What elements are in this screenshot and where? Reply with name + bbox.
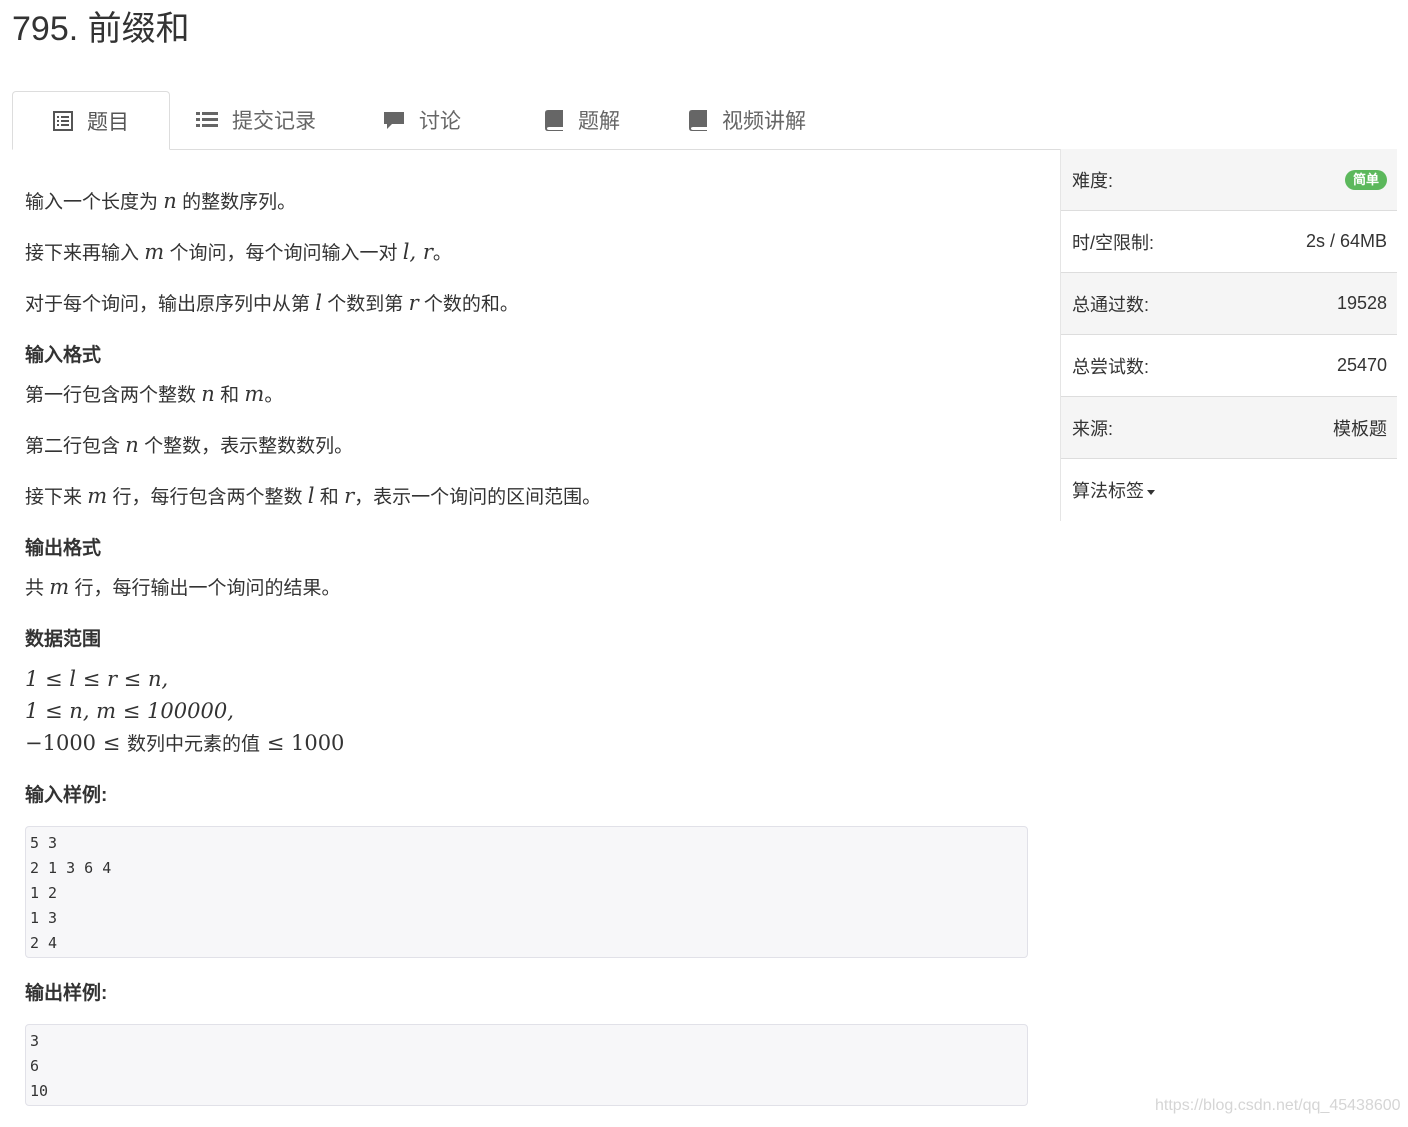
tab-label: 题解 — [578, 109, 620, 133]
list-alt-icon — [53, 110, 73, 131]
output-line-1: 共 m 行，每行输出一个询问的结果。 — [25, 575, 341, 599]
range-line-1: 1 ≤ l ≤ r ≤ n, — [25, 667, 169, 691]
input-line-1: 第一行包含两个整数 n 和 m。 — [25, 382, 284, 406]
code-line: 2 1 3 6 4 — [30, 859, 112, 877]
tab-submissions[interactable]: 提交记录 — [170, 91, 342, 148]
limit-label: 时/空限制: — [1072, 232, 1155, 253]
problem-info-sidebar: 难度: 简单 时/空限制: 2s / 64MB 总通过数: 19528 总尝试数… — [1060, 149, 1397, 521]
source-label: 来源: — [1072, 418, 1114, 439]
book-icon — [544, 109, 564, 131]
tags-row: 算法标签 — [1061, 459, 1397, 521]
tab-label: 视频讲解 — [722, 109, 806, 133]
output-format-heading: 输出格式 — [25, 538, 102, 559]
watermark: https://blog.csdn.net/qq_45438600 — [1155, 1097, 1401, 1114]
algorithm-tags-dropdown[interactable]: 算法标签 — [1072, 477, 1155, 503]
code-line: 1 3 — [30, 909, 58, 927]
desc-line-1: 输入一个长度为 n 的整数序列。 — [25, 189, 297, 213]
source-row: 来源: 模板题 — [1061, 397, 1397, 459]
passed-label: 总通过数: — [1072, 294, 1150, 315]
code-line: 10 — [30, 1082, 49, 1100]
list-icon — [196, 110, 218, 130]
input-format-heading: 输入格式 — [25, 345, 102, 366]
tab-label: 题目 — [87, 110, 129, 134]
data-range-heading: 数据范围 — [25, 629, 102, 650]
difficulty-badge: 简单 — [1344, 169, 1387, 190]
book-icon — [688, 109, 708, 131]
limit-row: 时/空限制: 2s / 64MB — [1061, 211, 1397, 273]
tab-bar: 题目 提交记录 讨论 题解 视频讲解 — [12, 91, 1396, 150]
input-line-3: 接下来 m 行，每行包含两个整数 l 和 r，表示一个询问的区间范围。 — [25, 484, 602, 508]
difficulty-label: 难度: — [1072, 170, 1114, 191]
desc-line-3: 对于每个询问，输出原序列中从第 l 个数到第 r 个数的和。 — [25, 291, 519, 315]
problem-page: 795. 前缀和 题目 提交记录 讨论 题解 视频讲解 输入一个长度为 n 的整… — [0, 0, 1408, 1127]
page-title: 795. 前缀和 — [12, 10, 190, 48]
source-value: 模板题 — [1333, 418, 1387, 439]
limit-value: 2s / 64MB — [1305, 231, 1387, 251]
tried-row: 总尝试数: 25470 — [1061, 335, 1397, 397]
tab-discussion[interactable]: 讨论 — [342, 91, 502, 148]
comment-icon — [383, 110, 405, 130]
sample-input-heading: 输入样例: — [25, 785, 108, 806]
tab-label: 提交记录 — [232, 109, 316, 133]
tried-label: 总尝试数: — [1072, 356, 1150, 377]
tags-label: 算法标签 — [1072, 481, 1144, 501]
code-line: 2 4 — [30, 934, 58, 952]
range-line-3: −1000 ≤ 数列中元素的值 ≤ 1000 — [25, 731, 345, 755]
tab-solutions[interactable]: 题解 — [502, 91, 662, 148]
range-line-2: 1 ≤ n, m ≤ 100000, — [25, 699, 234, 723]
tab-label: 讨论 — [419, 109, 461, 133]
difficulty-row: 难度: 简单 — [1061, 149, 1397, 211]
desc-line-2: 接下来再输入 m 个询问，每个询问输入一对 l, r。 — [25, 240, 452, 264]
code-line: 1 2 — [30, 884, 58, 902]
tab-problem[interactable]: 题目 — [12, 91, 170, 150]
sample-input-block: 5 3 2 1 3 6 4 1 2 1 3 2 4 — [25, 826, 1028, 958]
input-line-2: 第二行包含 n 个整数，表示整数数列。 — [25, 433, 354, 457]
caret-down-icon — [1147, 489, 1155, 495]
passed-row: 总通过数: 19528 — [1061, 273, 1397, 335]
code-line: 3 — [30, 1032, 40, 1050]
sample-output-block: 3 6 10 — [25, 1024, 1028, 1106]
sample-output-heading: 输出样例: — [25, 983, 108, 1004]
tried-value: 25470 — [1336, 355, 1387, 375]
code-line: 6 — [30, 1057, 40, 1075]
tab-video[interactable]: 视频讲解 — [662, 91, 832, 148]
passed-value: 19528 — [1336, 293, 1387, 313]
code-line: 5 3 — [30, 834, 58, 852]
